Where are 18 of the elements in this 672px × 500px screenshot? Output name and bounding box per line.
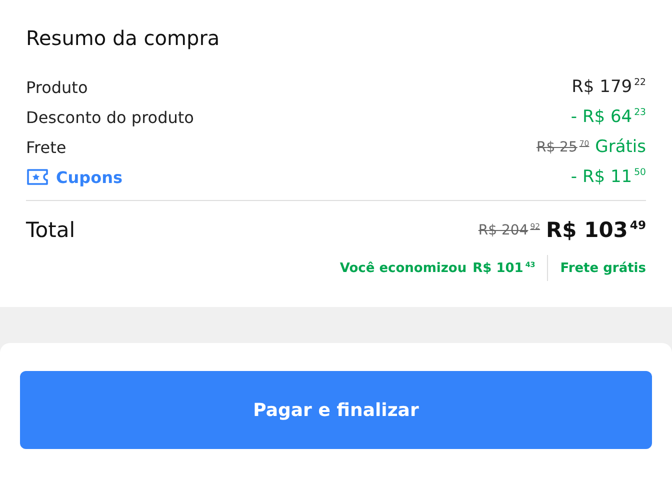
row-value: Grátis (595, 137, 646, 157)
row-value: - R$ 64$^{23}$ (570, 107, 646, 127)
row-value: R$ 179$^{22}$ (572, 77, 646, 97)
savings-text: Você economizou (340, 260, 467, 276)
row-label: Frete (26, 138, 66, 156)
row-value: - R$ 11$^{50}$ (570, 167, 646, 187)
total-label: Total (26, 218, 76, 242)
old-total: R$ 204$^{92}$ (478, 222, 540, 238)
pay-button[interactable]: Pagar e finalizar (20, 371, 652, 449)
old-price: R$ 25$^{70}$ (536, 138, 590, 156)
savings-amount: R$ 101$^{43}$ (472, 260, 536, 276)
row-label: Desconto do produto (26, 108, 194, 126)
row-label[interactable]: Cupons (56, 168, 122, 186)
free-shipping-text: Frete grátis (560, 260, 646, 276)
summary-title: Resumo da compra (26, 26, 221, 50)
total-value: R$ 103$^{49}$ (546, 218, 646, 242)
coupon-icon (26, 168, 50, 186)
row-label: Produto (26, 78, 88, 96)
